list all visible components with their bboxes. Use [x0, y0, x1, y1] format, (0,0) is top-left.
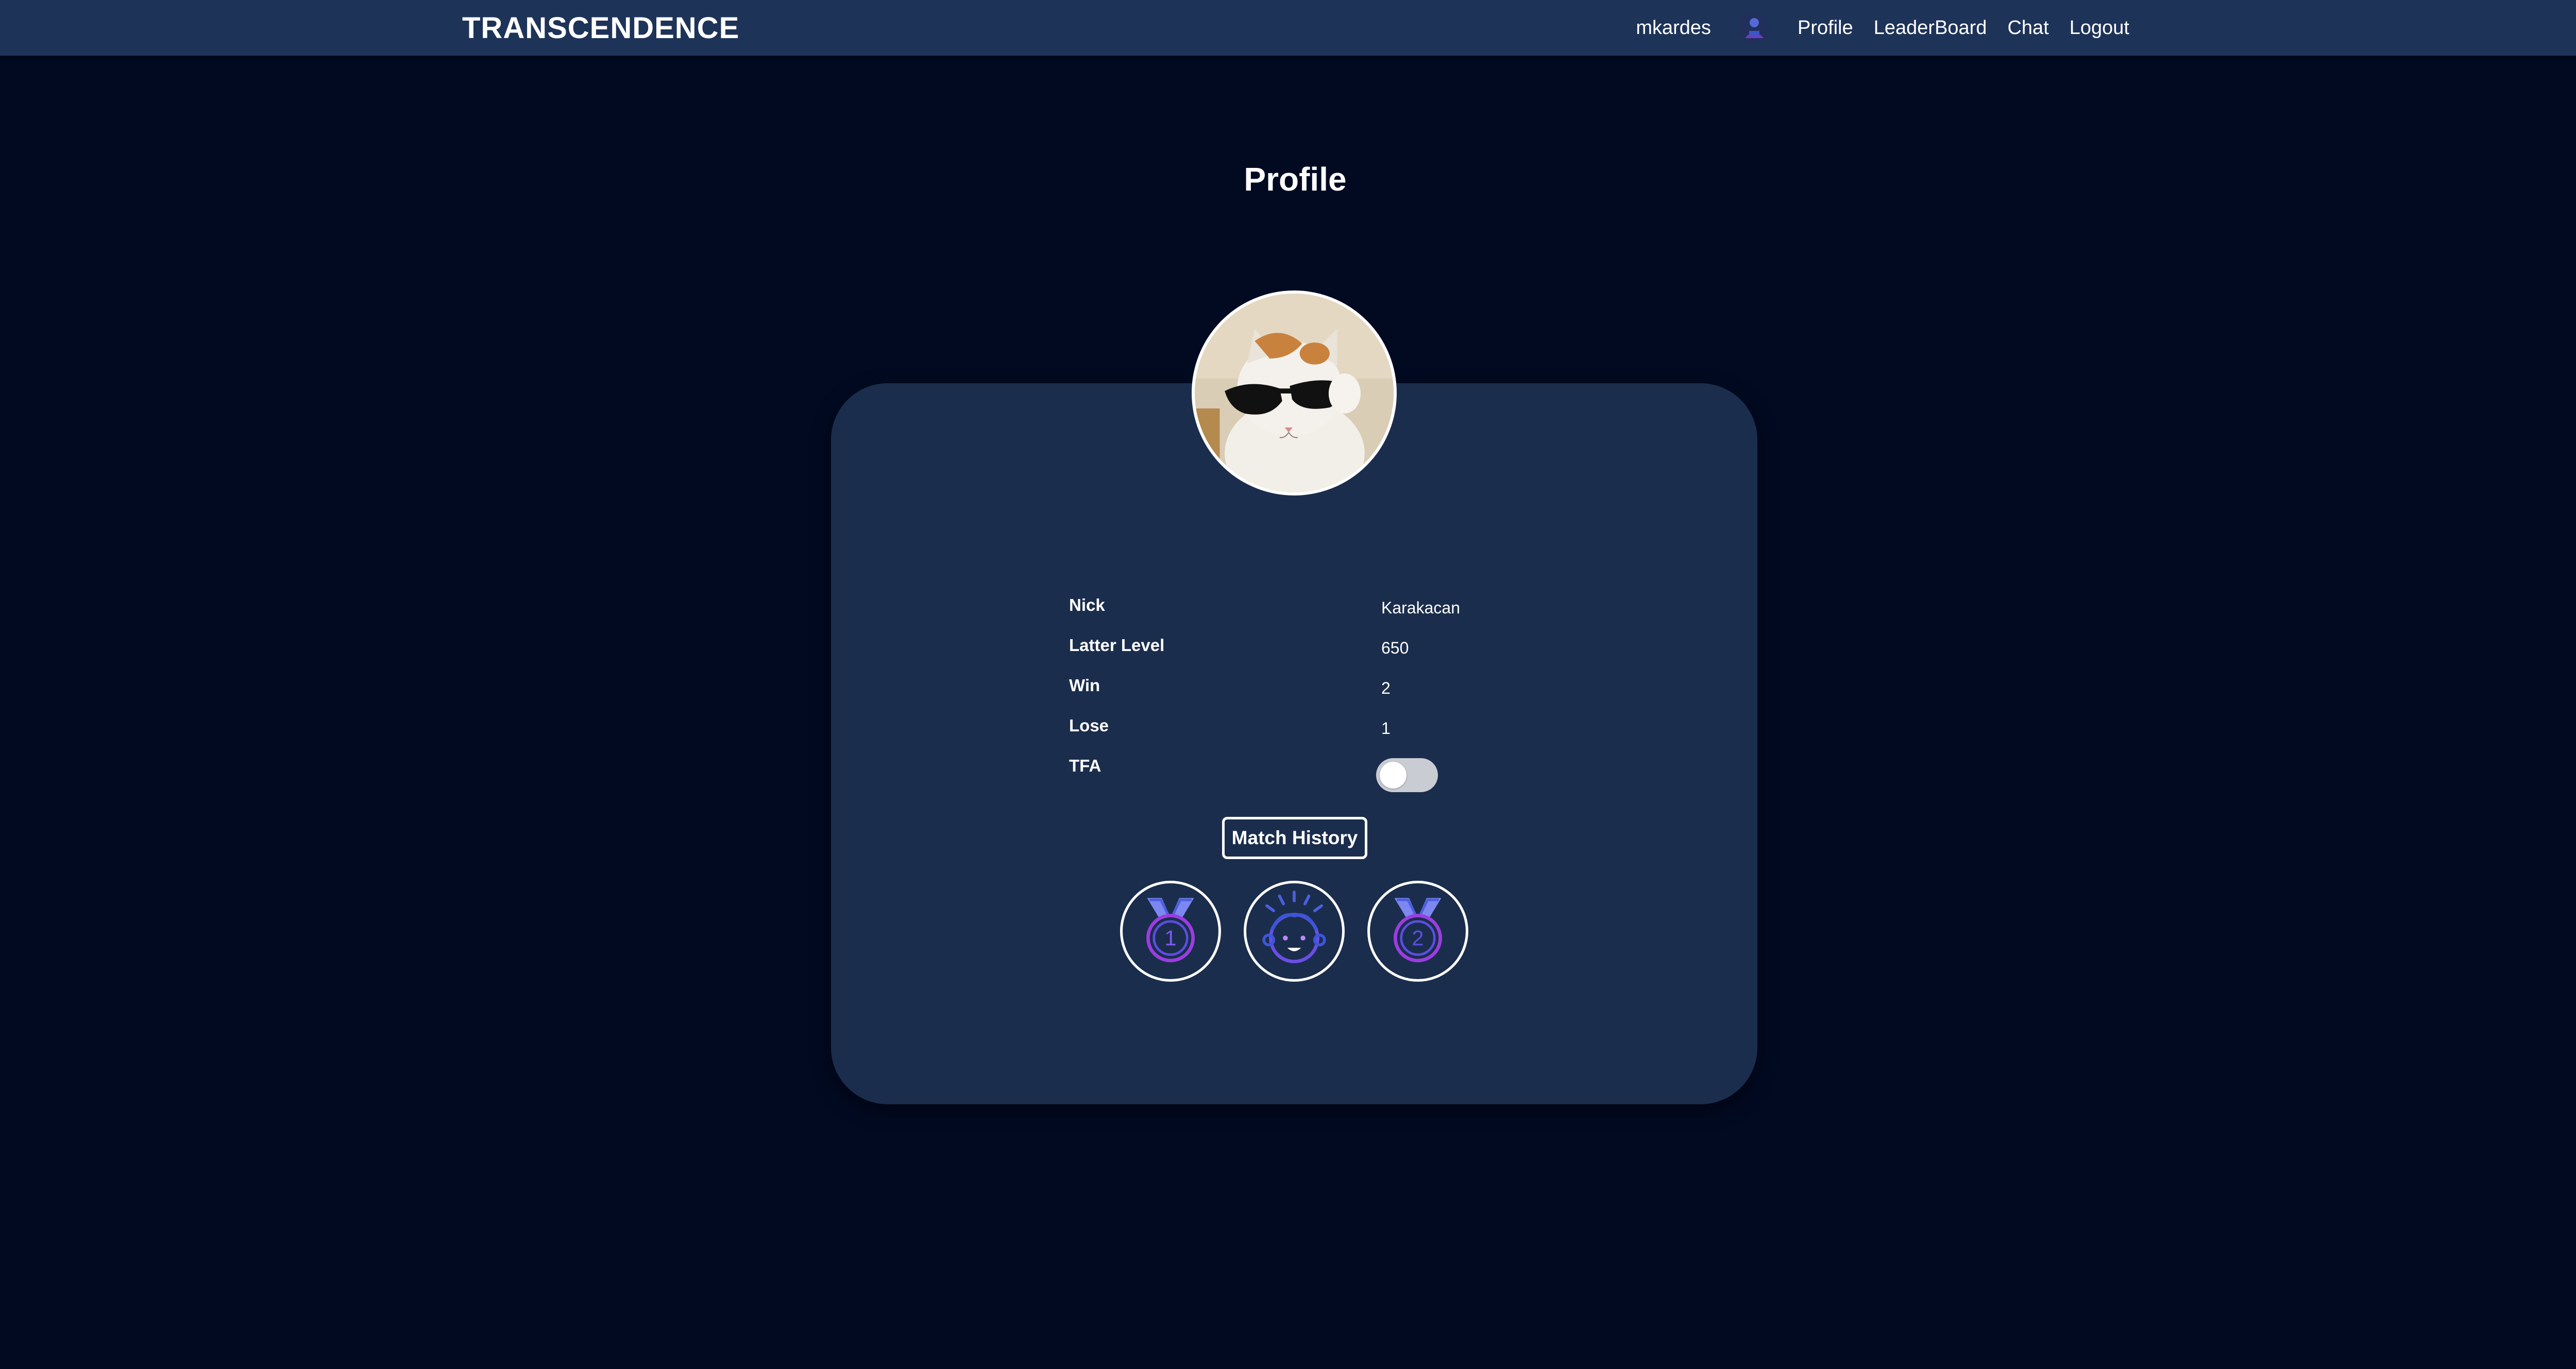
match-history-button[interactable]: Match History	[1222, 817, 1367, 859]
medal-number: 2	[1412, 926, 1423, 950]
tfa-label: TFA	[1069, 756, 1101, 775]
medal-second-icon: 2	[1394, 898, 1442, 963]
nav-link-logout[interactable]: Logout	[2070, 17, 2129, 39]
achievement-badge-second[interactable]: 2	[1367, 881, 1468, 982]
medal-number: 1	[1164, 926, 1176, 950]
level-label: Latter Level	[1069, 636, 1165, 655]
lose-label: Lose	[1069, 716, 1109, 735]
nav-link-leaderboard[interactable]: LeaderBoard	[1874, 17, 1987, 39]
achievement-badge-first[interactable]: 1	[1120, 881, 1221, 982]
nav-link-chat[interactable]: Chat	[2007, 17, 2048, 39]
medal-first-icon: 1	[1146, 898, 1195, 963]
tfa-toggle-knob	[1380, 762, 1406, 789]
happy-kid-icon	[1262, 891, 1326, 964]
nav-link-profile[interactable]: Profile	[1798, 17, 1853, 39]
lose-value: 1	[1381, 719, 1391, 738]
profile-avatar	[1192, 290, 1397, 495]
nav-username: mkardes	[1636, 16, 1711, 39]
user-avatar-icon[interactable]	[1738, 11, 1771, 44]
nick-value: Karakacan	[1381, 598, 1460, 617]
top-navbar: TRANSCENDENCE mkardes Profile LeaderBoar…	[0, 0, 2576, 56]
win-value: 2	[1381, 679, 1391, 697]
achievement-badge-kid[interactable]	[1244, 881, 1345, 982]
page-title: Profile	[1244, 161, 1347, 198]
win-label: Win	[1069, 676, 1100, 695]
nav-menu: mkardes Profile LeaderBoard Chat Logout	[1636, 0, 2129, 56]
cat-sunglasses-avatar	[1195, 294, 1394, 492]
nick-label: Nick	[1069, 595, 1105, 614]
brand-logo[interactable]: TRANSCENDENCE	[462, 10, 739, 46]
tfa-toggle[interactable]	[1376, 758, 1438, 792]
level-value: 650	[1381, 639, 1409, 657]
